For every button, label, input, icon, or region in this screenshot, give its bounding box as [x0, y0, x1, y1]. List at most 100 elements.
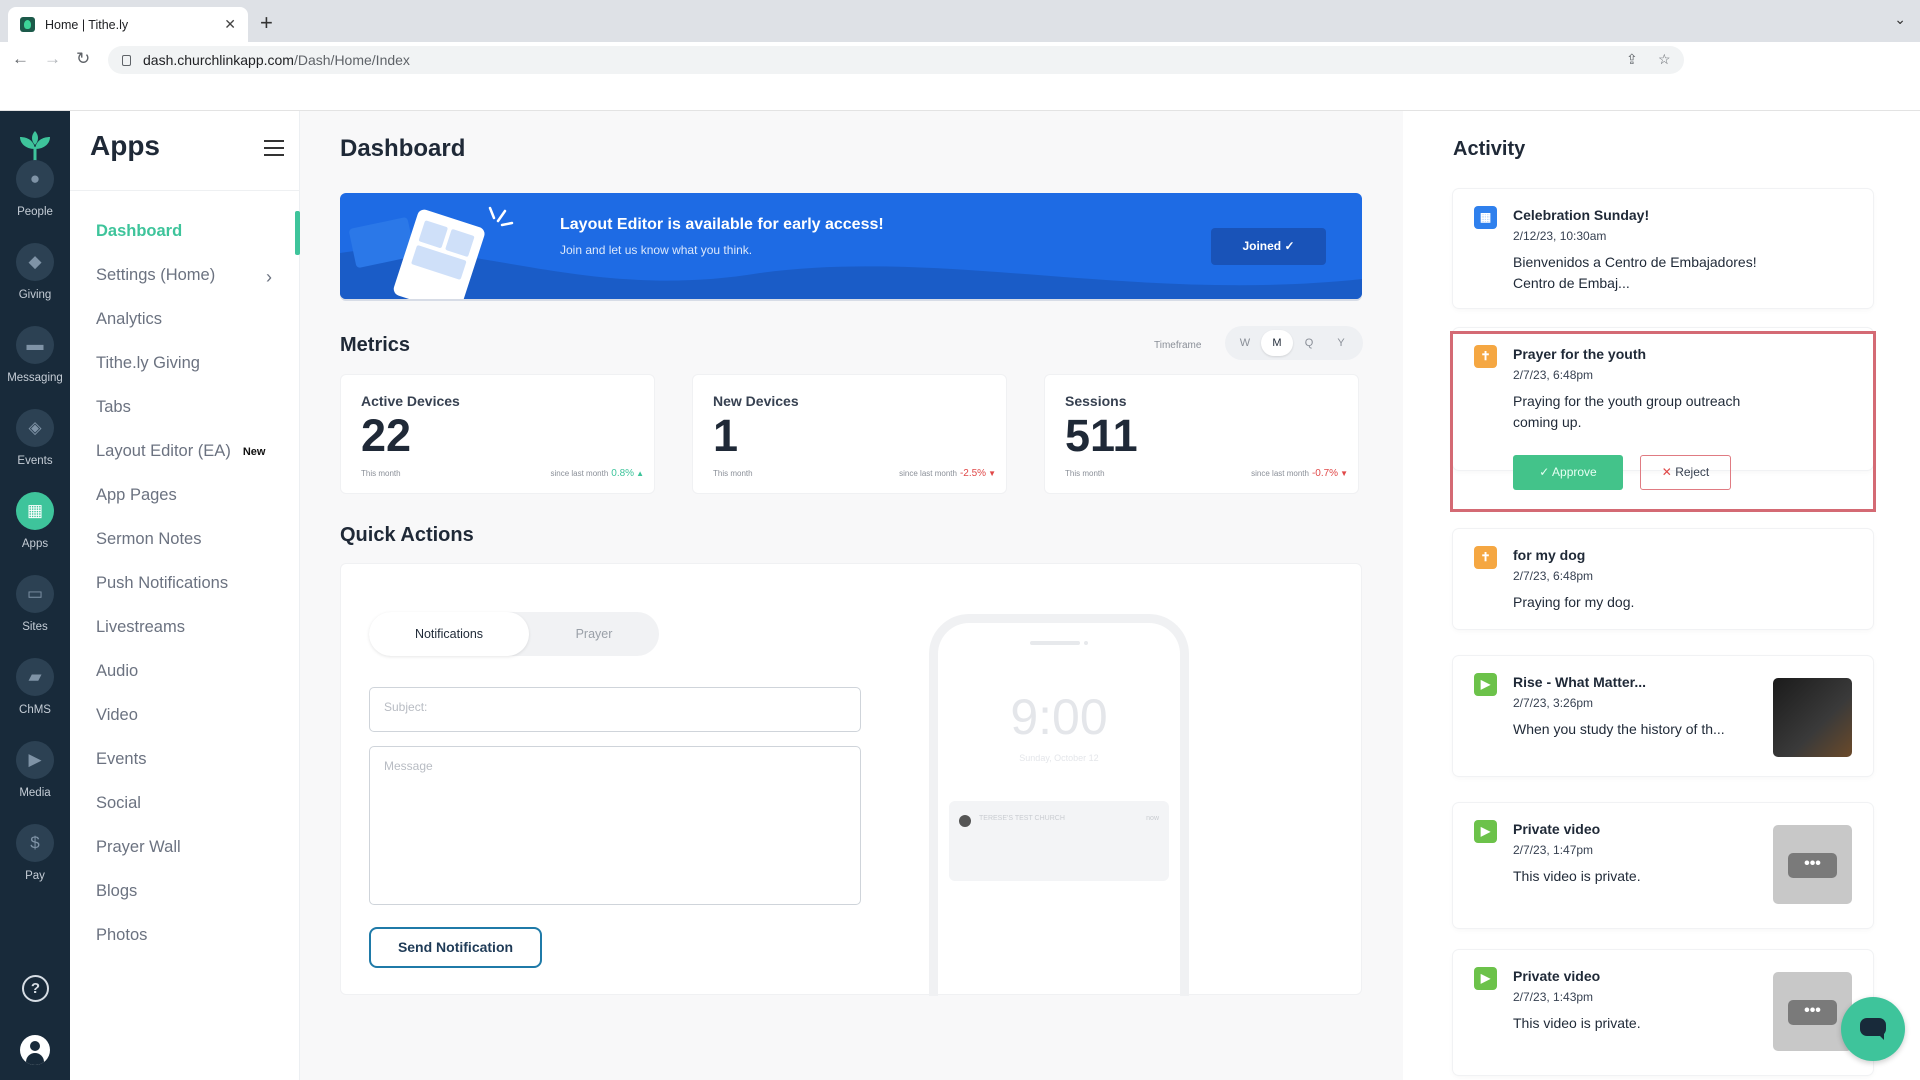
sidenav-item-tithe-ly-giving[interactable]: Tithe.ly Giving — [96, 354, 200, 373]
leaf-icon: ◆ — [16, 243, 54, 281]
rail-item-messaging[interactable]: ▬ Messaging — [0, 326, 70, 384]
sidenav-item-label: Audio — [96, 662, 139, 680]
close-tab-icon[interactable]: ✕ — [224, 16, 236, 33]
metric-card-new-devices: New Devices 1 This month since last mont… — [692, 374, 1007, 494]
phone-date: Sunday, October 12 — [1019, 753, 1099, 763]
activity-item[interactable]: ▶ Rise - What Matter... 2/7/23, 3:26pm W… — [1453, 656, 1873, 776]
video-icon: ▶ — [1474, 967, 1497, 990]
address-bar[interactable]: dash.churchlinkapp.com/Dash/Home/Index ⇪… — [108, 46, 1684, 74]
user-avatar-icon[interactable] — [20, 1035, 50, 1065]
message-textarea[interactable]: Message — [369, 746, 861, 905]
forward-icon[interactable]: → — [44, 49, 61, 69]
sidenav-item-label: Analytics — [96, 310, 163, 328]
church-name: TERESE'S TEST CHURCH — [979, 815, 1065, 822]
tab-list-chevron-icon[interactable]: ⌄ — [1894, 11, 1906, 28]
chevron-right-icon[interactable]: › — [266, 267, 272, 288]
url-path: /Dash/Home/Index — [293, 52, 410, 68]
rail-item-chms[interactable]: ▰ ChMS — [0, 658, 70, 716]
sidenav-item-tabs[interactable]: Tabs — [96, 398, 131, 417]
reload-icon[interactable]: ↻ — [76, 49, 90, 69]
rail-item-events[interactable]: ◈ Events — [0, 409, 70, 467]
tithely-favicon-icon — [20, 17, 35, 32]
phone-time: 9:00 — [1010, 689, 1108, 745]
metric-change: since last month -0.7% ▼ — [1251, 468, 1348, 479]
sidenav-item-prayer-wall[interactable]: Prayer Wall — [96, 838, 181, 857]
timeframe-m[interactable]: M — [1261, 330, 1293, 356]
more-dots-icon: ••• — [1788, 853, 1837, 878]
rail-item-pay[interactable]: $ Pay — [0, 824, 70, 882]
share-icon[interactable]: ⇪ — [1626, 51, 1638, 68]
metric-card-active-devices: Active Devices 22 This month since last … — [340, 374, 655, 494]
people-icon: ● — [16, 160, 54, 198]
sidenav-item-livestreams[interactable]: Livestreams — [96, 618, 185, 637]
sidenav-item-photos[interactable]: Photos — [96, 926, 147, 945]
sidenav-item-layout-editor-ea[interactable]: Layout Editor (EA) New — [96, 442, 265, 461]
trend-arrow-icon: ▼ — [1340, 469, 1348, 478]
since-label: since last month — [1251, 469, 1309, 478]
sidenav-item-push-notifications[interactable]: Push Notifications — [96, 574, 228, 593]
phone-camera — [1084, 641, 1088, 645]
activity-item[interactable]: ▶ Private video 2/7/23, 1:43pm This vide… — [1453, 950, 1873, 1075]
sidenav-item-audio[interactable]: Audio — [96, 662, 138, 681]
phone-speaker — [1030, 641, 1080, 645]
sidenav-item-events[interactable]: Events — [96, 750, 146, 769]
rail-item-giving[interactable]: ◆ Giving — [0, 243, 70, 301]
quick-actions-title: Quick Actions — [340, 524, 474, 546]
sidenav-item-label: Push Notifications — [96, 574, 229, 592]
back-icon[interactable]: ← — [12, 49, 29, 69]
sidenav-item-analytics[interactable]: Analytics — [96, 310, 162, 329]
metric-value: 511 — [1065, 410, 1138, 461]
sidenav-item-label: Blogs — [96, 882, 138, 900]
joined-button[interactable]: Joined ✓ — [1211, 228, 1326, 265]
timeframe-y[interactable]: Y — [1325, 330, 1357, 356]
bookmark-star-icon[interactable]: ☆ — [1658, 51, 1671, 68]
rail-item-sites[interactable]: ▭ Sites — [0, 575, 70, 633]
url-domain: dash.churchlinkapp.com — [143, 52, 294, 68]
sidenav-item-label: Livestreams — [96, 618, 185, 636]
subject-input[interactable]: Subject: — [369, 687, 861, 732]
rail-item-media[interactable]: ▶ Media — [0, 741, 70, 799]
since-label: since last month — [550, 469, 609, 478]
rail-item-label: ChMS — [19, 704, 51, 716]
sidenav-item-app-pages[interactable]: App Pages — [96, 486, 177, 505]
activity-title: for my dog — [1513, 547, 1586, 563]
sidenav-item-settings-home[interactable]: Settings (Home) — [96, 266, 215, 285]
rail-item-label: Giving — [18, 289, 52, 301]
play-icon: ▶ — [16, 741, 54, 779]
tab-title: Home | Tithe.ly — [45, 17, 129, 32]
activity-title: Celebration Sunday! — [1513, 207, 1650, 223]
hamburger-menu-icon[interactable] — [264, 140, 284, 156]
chat-support-icon[interactable] — [1841, 997, 1905, 1061]
folder-icon: ▰ — [16, 658, 54, 696]
change-value: -0.7% — [1311, 468, 1339, 479]
sidenav-item-social[interactable]: Social — [96, 794, 141, 813]
sidenav-item-sermon-notes[interactable]: Sermon Notes — [96, 530, 201, 549]
sidenav-item-video[interactable]: Video — [96, 706, 138, 725]
metric-change: since last month -2.5% ▼ — [899, 468, 996, 479]
rail-item-people[interactable]: ● People — [0, 160, 70, 218]
new-badge: New — [242, 445, 266, 458]
tab-prayer[interactable]: Prayer — [514, 612, 674, 656]
activity-item[interactable]: ✝ for my dog 2/7/23, 6:48pm Praying for … — [1453, 529, 1873, 629]
browser-tab[interactable]: Home | Tithe.ly ✕ — [8, 7, 248, 42]
metric-label: New Devices — [713, 393, 799, 409]
timeframe-w[interactable]: W — [1229, 330, 1261, 356]
timeframe-label: Timeframe — [1154, 340, 1202, 351]
sidenav-item-blogs[interactable]: Blogs — [96, 882, 137, 901]
timeframe-q[interactable]: Q — [1293, 330, 1325, 356]
tab-notifications[interactable]: Notifications — [369, 612, 529, 656]
activity-date: 2/7/23, 1:43pm — [1513, 990, 1594, 1004]
video-icon: ▶ — [1474, 820, 1497, 843]
send-notification-button[interactable]: Send Notification — [369, 927, 542, 968]
help-icon[interactable]: ? — [22, 975, 49, 1002]
sermon-video-thumbnail — [1773, 678, 1852, 757]
private-video-thumbnail: ••• — [1773, 972, 1852, 1051]
new-tab-icon[interactable]: + — [260, 10, 273, 36]
rail-item-label: Apps — [21, 538, 49, 550]
browser-icon: ▭ — [16, 575, 54, 613]
sidenav-item-dashboard[interactable]: Dashboard — [96, 222, 182, 241]
activity-item[interactable]: ▦ Celebration Sunday! 2/12/23, 10:30am B… — [1453, 189, 1873, 308]
rail-item-apps[interactable]: ▦ Apps — [0, 492, 70, 550]
activity-item[interactable]: ▶ Private video 2/7/23, 1:47pm This vide… — [1453, 803, 1873, 928]
phone-notification-preview: TERESE'S TEST CHURCH now — [949, 801, 1169, 881]
